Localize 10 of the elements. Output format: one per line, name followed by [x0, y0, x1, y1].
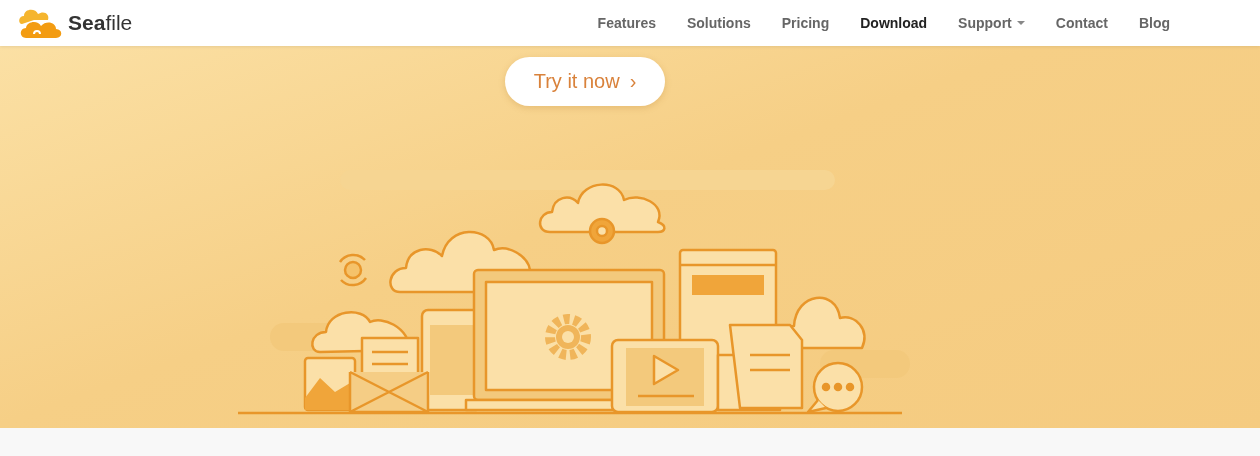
- nav-link[interactable]: Features: [597, 15, 656, 31]
- nav-link[interactable]: Support: [958, 15, 1025, 31]
- caret-icon: [1016, 21, 1025, 25]
- try-it-now-button[interactable]: Try it now ›: [505, 57, 665, 106]
- nav-link[interactable]: Solutions: [686, 15, 751, 31]
- nav-link[interactable]: Blog: [1138, 15, 1170, 31]
- nav-link[interactable]: Pricing: [781, 15, 830, 31]
- brand-name[interactable]: Seafile: [68, 11, 133, 35]
- nav-link[interactable]: Contact: [1055, 15, 1108, 31]
- nav-link[interactable]: Download: [860, 15, 928, 31]
